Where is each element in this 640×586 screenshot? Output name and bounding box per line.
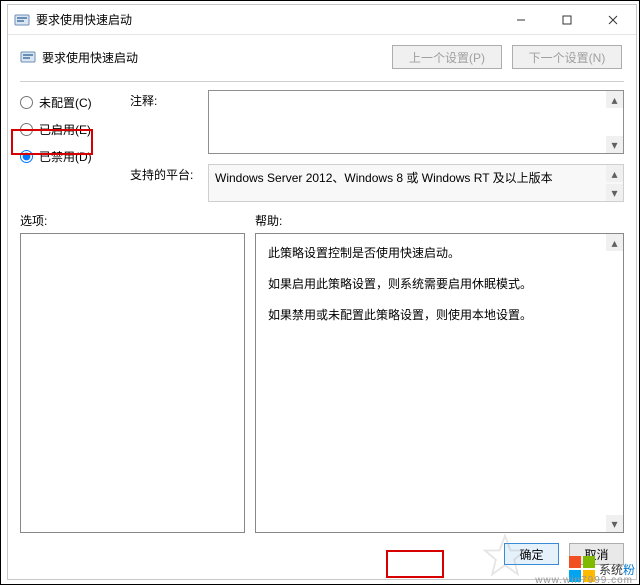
window-title: 要求使用快速启动 (36, 11, 498, 28)
help-text-line: 如果禁用或未配置此策略设置，则使用本地设置。 (268, 306, 611, 323)
previous-setting-button[interactable]: 上一个设置(P) (392, 45, 502, 69)
help-text-line: 如果启用此策略设置，则系统需要启用休眠模式。 (268, 275, 611, 292)
titlebar: 要求使用快速启动 (8, 5, 636, 35)
options-label: 选项: (20, 212, 255, 229)
scroll-up-icon[interactable]: ▴ (606, 234, 623, 251)
scroll-up-icon[interactable]: ▴ (606, 91, 623, 108)
scroll-down-icon[interactable]: ▾ (606, 184, 623, 201)
comment-label: 注释: (130, 90, 200, 109)
minimize-button[interactable] (498, 5, 544, 35)
supported-platforms: Windows Server 2012、Windows 8 或 Windows … (208, 164, 624, 202)
radio-not-configured-label[interactable]: 未配置(C) (39, 94, 92, 111)
options-pane (20, 233, 245, 533)
scroll-up-icon[interactable]: ▴ (606, 165, 623, 182)
radio-disabled-label[interactable]: 已禁用(D) (39, 148, 92, 165)
policy-editor-window: 要求使用快速启动 要求使用快速启动 上一个设置(P) 下一个设置(N) (7, 4, 637, 580)
policy-header: 要求使用快速启动 上一个设置(P) 下一个设置(N) (8, 35, 636, 75)
comment-textarea[interactable]: ▴ ▾ (208, 90, 624, 154)
state-radio-group: 未配置(C) 已启用(E) 已禁用(D) (20, 90, 130, 202)
radio-disabled[interactable] (20, 150, 33, 163)
close-button[interactable] (590, 5, 636, 35)
help-label: 帮助: (255, 212, 624, 229)
radio-enabled-label[interactable]: 已启用(E) (39, 121, 91, 138)
help-text-line: 此策略设置控制是否使用快速启动。 (268, 244, 611, 261)
watermark-url: www.win7999.com (535, 575, 633, 586)
radio-enabled[interactable] (20, 123, 33, 136)
scroll-down-icon[interactable]: ▾ (606, 515, 623, 532)
button-bar: 确定 取消 (8, 533, 636, 575)
maximize-button[interactable] (544, 5, 590, 35)
help-pane: 此策略设置控制是否使用快速启动。 如果启用此策略设置，则系统需要启用休眠模式。 … (255, 233, 624, 533)
next-setting-button[interactable]: 下一个设置(N) (512, 45, 622, 69)
radio-not-configured[interactable] (20, 96, 33, 109)
supported-label: 支持的平台: (130, 164, 200, 183)
scroll-down-icon[interactable]: ▾ (606, 136, 623, 153)
policy-icon (20, 49, 36, 65)
policy-icon (14, 12, 30, 28)
star-decoration-icon (483, 534, 527, 578)
policy-name: 要求使用快速启动 (42, 49, 392, 66)
